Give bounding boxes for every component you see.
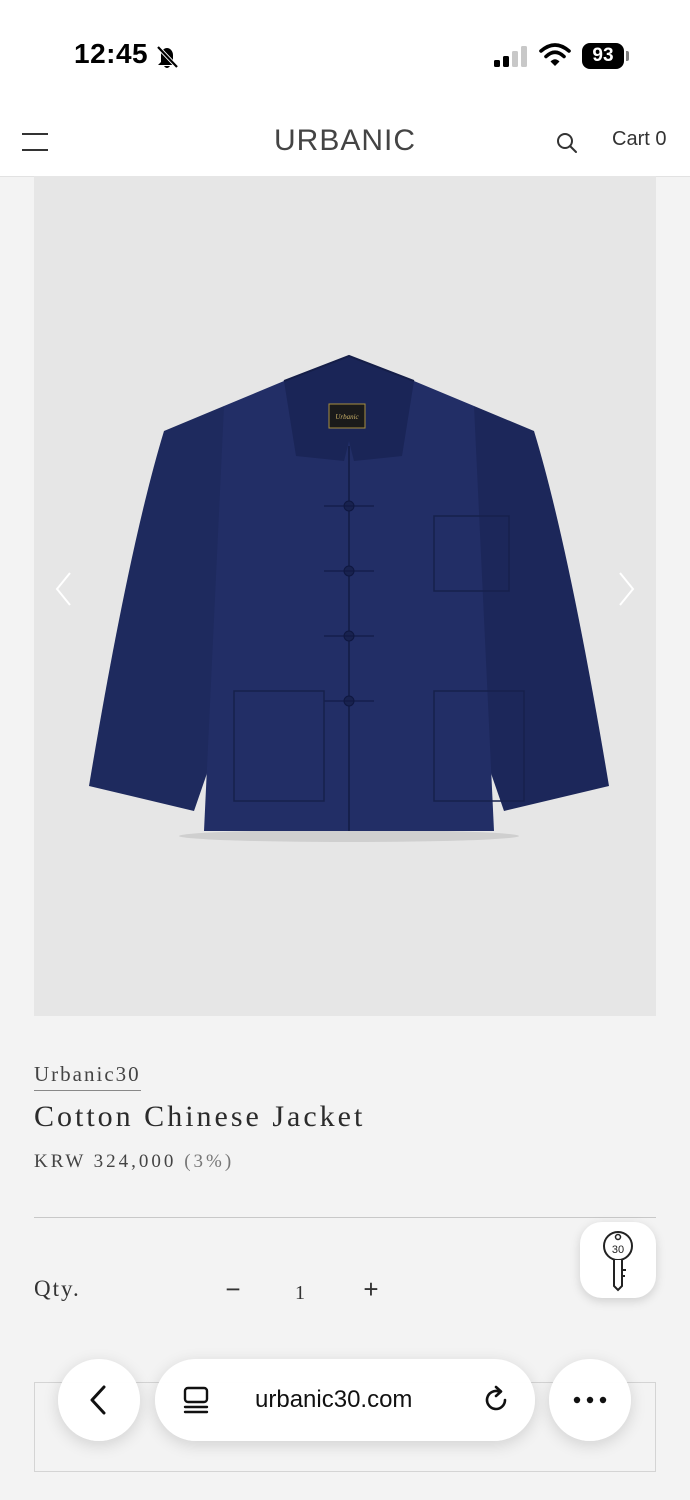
divider	[34, 1217, 656, 1218]
price-note: (3%)	[184, 1151, 235, 1172]
status-bar: 12:45 93	[0, 0, 690, 110]
back-icon	[90, 1385, 106, 1415]
floating-key-widget[interactable]: 30	[580, 1222, 656, 1298]
browser-more-button[interactable]	[549, 1359, 631, 1441]
chevron-right-icon[interactable]	[616, 571, 636, 607]
key-widget-text: 30	[612, 1244, 624, 1256]
menu-icon[interactable]	[22, 131, 48, 153]
qty-label: Qty.	[34, 1276, 81, 1301]
key-icon: 30	[603, 1231, 633, 1292]
qty-increment-button[interactable]: +	[358, 1274, 384, 1304]
url-text: urbanic30.com	[255, 1386, 413, 1413]
qty-decrement-button[interactable]: −	[220, 1274, 246, 1304]
battery-level: 93	[582, 43, 624, 69]
qty-value[interactable]: 1	[290, 1282, 310, 1305]
jacket-label-text: Urbanic	[335, 413, 359, 421]
brand-link[interactable]: Urbanic30	[34, 1062, 141, 1091]
search-icon[interactable]	[555, 131, 579, 155]
more-icon	[573, 1396, 607, 1404]
chevron-left-icon[interactable]	[54, 571, 74, 607]
price-value: KRW 324,000	[34, 1151, 177, 1172]
product-image-carousel[interactable]: Urbanic	[34, 176, 656, 1016]
browser-url-bar[interactable]: urbanic30.com	[155, 1359, 535, 1441]
signal-icon	[494, 46, 527, 67]
product-price: KRW 324,000 (3%)	[34, 1151, 234, 1173]
product-title: Cotton Chinese Jacket	[34, 1100, 366, 1133]
status-time: 12:45	[74, 38, 149, 69]
cart-link[interactable]: Cart 0	[612, 128, 666, 151]
battery-icon: 93	[582, 43, 630, 69]
tabs-icon	[183, 1386, 209, 1414]
wifi-icon	[539, 43, 571, 66]
product-image: Urbanic	[89, 354, 609, 842]
site-logo[interactable]: URBANIC	[274, 124, 416, 157]
browser-back-button[interactable]	[58, 1359, 140, 1441]
bell-slash-icon	[156, 45, 179, 69]
reload-icon[interactable]	[481, 1385, 511, 1415]
site-header: URBANIC Cart 0	[0, 110, 690, 177]
